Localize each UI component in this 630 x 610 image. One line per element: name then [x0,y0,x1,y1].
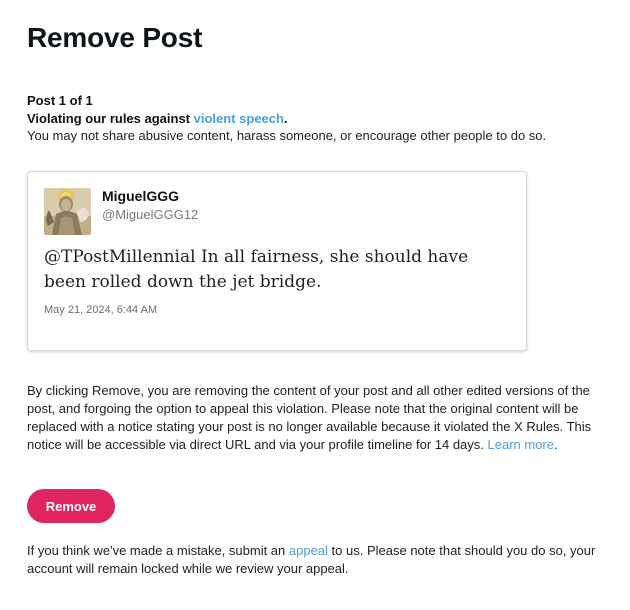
post-text: @TPostMillennial In all fairness, she sh… [44,247,469,292]
violation-rule-suffix: . [283,111,288,126]
avatar-image [44,188,91,235]
post-card: MiguelGGG @MiguelGGG12 @TPostMillennial … [27,171,527,351]
appeal-note: If you think we've made a mistake, submi… [27,542,617,578]
remove-button[interactable]: Remove [27,489,115,523]
violation-rule: Violating our rules against violent spee… [27,111,288,126]
post-count: Post 1 of 1 [27,93,93,108]
page-title: Remove Post [27,22,203,53]
violent-speech-link[interactable]: violent speech [194,111,284,126]
learn-more-suffix: . [554,437,558,452]
author-handle: @MiguelGGG12 [102,207,199,222]
rule-description: You may not share abusive content, haras… [27,128,547,143]
appeal-link[interactable]: appeal [289,543,328,558]
violation-rule-prefix: Violating our rules against [27,111,194,126]
learn-more-link[interactable]: Learn more [488,437,554,452]
appeal-note-prefix: If you think we've made a mistake, submi… [27,543,289,558]
author-name: MiguelGGG [102,188,179,204]
post-timestamp: May 21, 2024, 6:44 AM [44,304,158,316]
avatar [44,188,91,235]
removal-explanation: By clicking Remove, you are removing the… [27,382,617,454]
